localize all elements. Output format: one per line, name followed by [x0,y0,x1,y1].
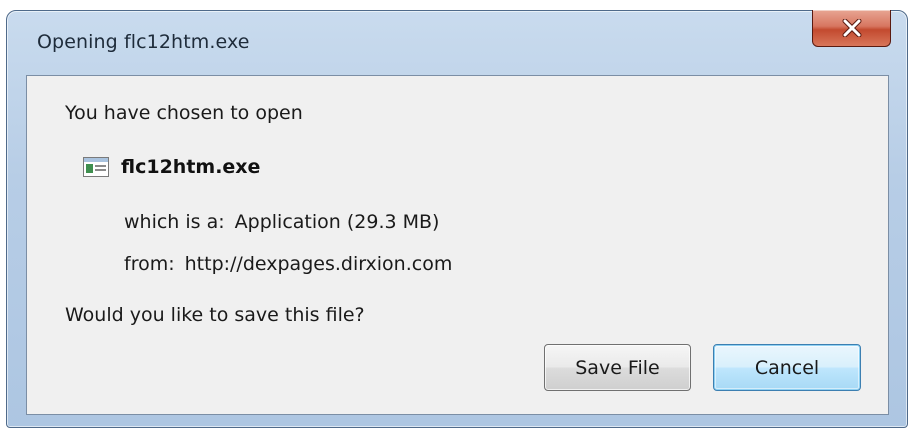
dialog-body: You have chosen to open flc12htm.exe whi… [26,75,889,415]
file-source-label: from: [124,253,175,275]
save-question: Would you like to save this file? [65,304,365,326]
file-row: flc12htm.exe [83,156,260,178]
title-bar[interactable]: Opening flc12htm.exe [7,10,907,69]
file-type-row: which is a: Application (29.3 MB) [124,211,439,233]
download-dialog: Opening flc12htm.exe You have chosen to … [6,10,908,428]
file-source-value: http://dexpages.dirxion.com [184,253,453,275]
save-file-button[interactable]: Save File [544,344,691,391]
file-type-value: Application (29.3 MB) [234,211,440,233]
intro-text: You have chosen to open [65,102,303,124]
close-button[interactable] [812,10,891,47]
executable-file-icon [83,157,109,177]
file-type-label: which is a: [124,211,225,233]
screen: Opening flc12htm.exe You have chosen to … [0,0,909,431]
cancel-button[interactable]: Cancel [713,344,861,391]
file-source-row: from: http://dexpages.dirxion.com [124,253,452,275]
close-icon [842,19,861,37]
dialog-title: Opening flc12htm.exe [37,31,250,53]
file-name: flc12htm.exe [121,156,261,178]
